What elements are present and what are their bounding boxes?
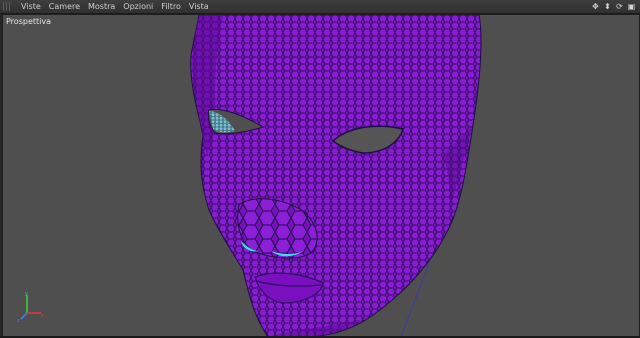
menu-mostra[interactable]: Mostra	[84, 0, 119, 13]
face-mesh-render	[190, 15, 482, 337]
axis-gizmo-icon: y x z	[17, 291, 44, 323]
menu-vista[interactable]: Vista	[185, 0, 213, 13]
menu-camere[interactable]: Camere	[45, 0, 84, 13]
maximize-view-icon[interactable]: ▣	[627, 2, 636, 11]
svg-text:x: x	[41, 313, 44, 319]
editor-window: Viste Camere Mostra Opzioni Filtro Vista…	[0, 0, 640, 338]
view-label: Prospettiva	[6, 17, 51, 26]
menu-viste[interactable]: Viste	[17, 0, 45, 13]
viewport-menubar: Viste Camere Mostra Opzioni Filtro Vista…	[0, 0, 640, 14]
move-view-icon[interactable]: ✥	[591, 2, 600, 11]
drag-grip-handle[interactable]	[3, 2, 11, 11]
viewport-nav-icons: ✥ ⬍ ⟳ ▣	[591, 0, 636, 13]
svg-text:z: z	[17, 318, 20, 323]
perspective-viewport[interactable]: Prospettiva y x z	[2, 14, 640, 338]
rotate-view-icon[interactable]: ⟳	[615, 2, 624, 11]
svg-text:y: y	[25, 291, 28, 297]
menu-filtro[interactable]: Filtro	[157, 0, 185, 13]
face-mesh	[190, 15, 482, 337]
menu-opzioni[interactable]: Opzioni	[119, 0, 157, 13]
dolly-view-icon[interactable]: ⬍	[603, 2, 612, 11]
